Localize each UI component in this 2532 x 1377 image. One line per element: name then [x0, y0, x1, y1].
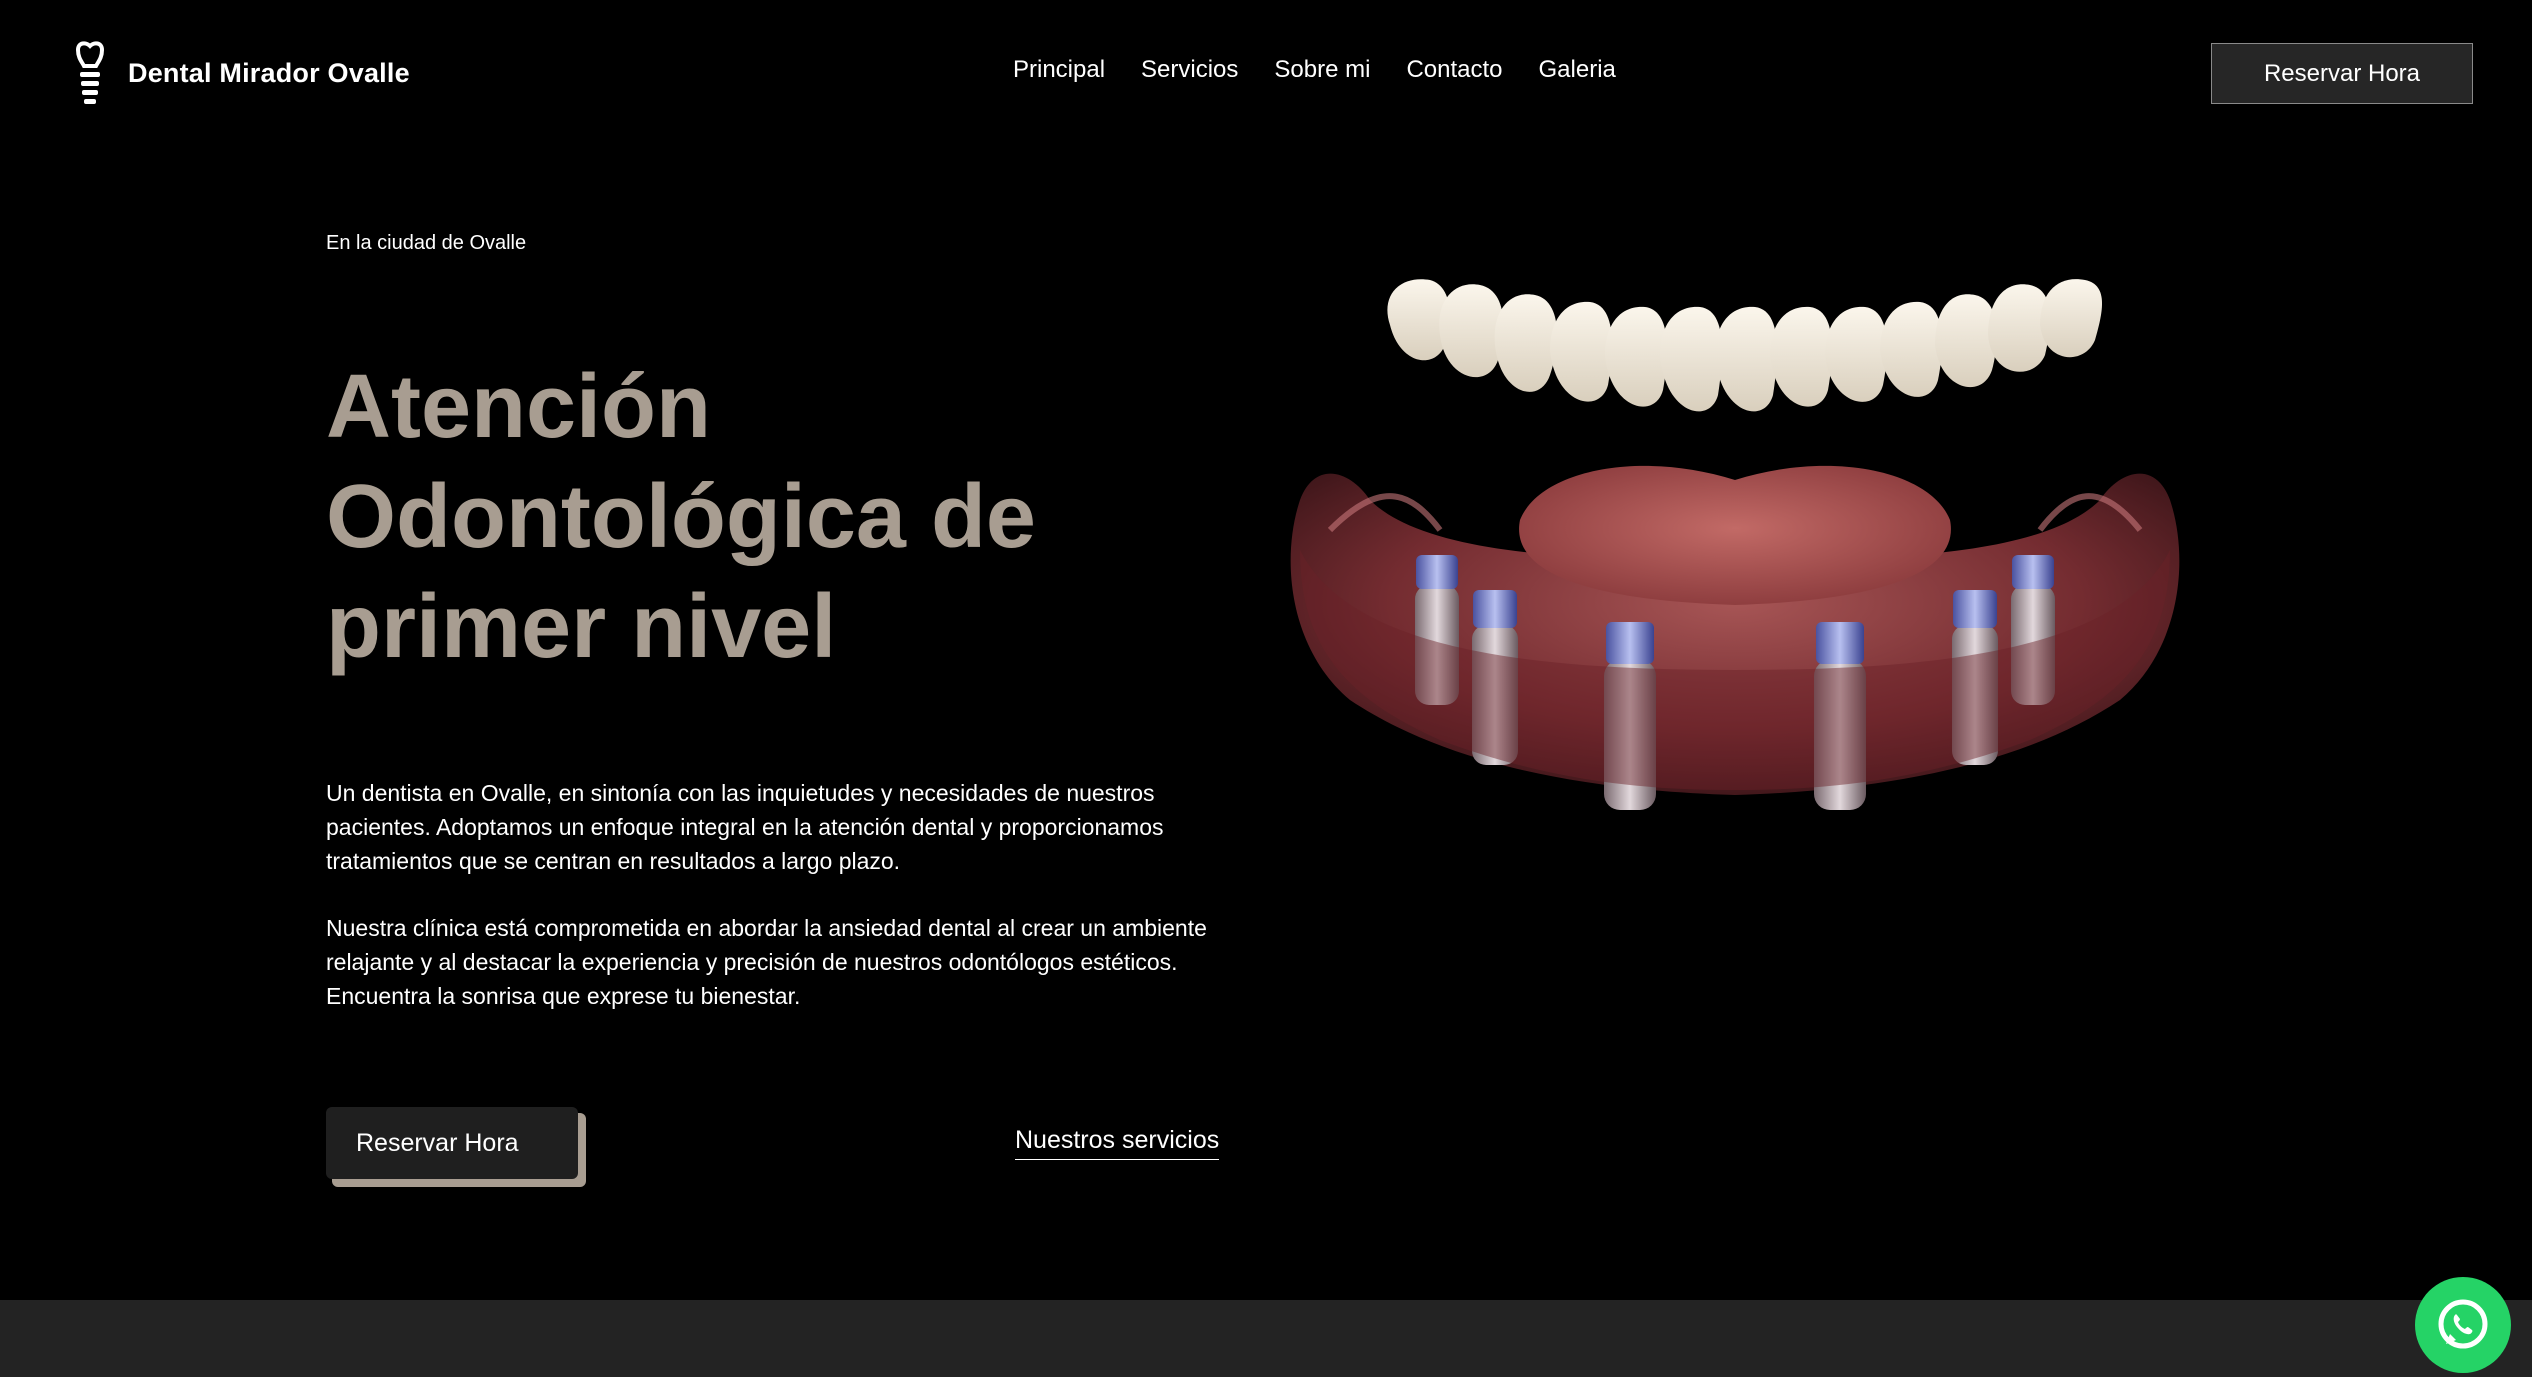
whatsapp-icon	[2438, 1299, 2488, 1349]
hero-book-button[interactable]: Reservar Hora	[326, 1107, 586, 1187]
nav-contacto[interactable]: Contacto	[1406, 56, 1502, 84]
whatsapp-button[interactable]	[2415, 1277, 2511, 1373]
hero-title-line: Odontológica de	[326, 467, 1036, 567]
nav-servicios[interactable]: Servicios	[1141, 56, 1238, 84]
nav-sobre-mi[interactable]: Sobre mi	[1274, 56, 1370, 84]
next-section-band	[0, 1300, 2532, 1377]
brand-name: Dental Mirador Ovalle	[128, 57, 410, 88]
nav-principal[interactable]: Principal	[1013, 56, 1105, 84]
brand-logo[interactable]: Dental Mirador Ovalle	[70, 40, 410, 106]
dental-implant-illustration	[1290, 279, 2180, 810]
header-book-button[interactable]: Reservar Hora	[2211, 43, 2473, 104]
hero-title-line: primer nivel	[326, 577, 837, 677]
main-nav: Principal Servicios Sobre mi Contacto Ga…	[1013, 56, 1616, 84]
hero-eyebrow: En la ciudad de Ovalle	[326, 232, 527, 254]
site-header: Dental Mirador Ovalle Principal Servicio…	[0, 0, 2532, 150]
nav-galeria[interactable]: Galeria	[1539, 56, 1616, 84]
hero-title: Atención Odontológica de primer nivel	[326, 352, 1186, 682]
tooth-implant-icon	[75, 41, 105, 104]
hero-paragraph-2: Nuestra clínica está comprometida en abo…	[326, 915, 1207, 1009]
hero-book-button-label: Reservar Hora	[326, 1107, 578, 1179]
services-link[interactable]: Nuestros servicios	[1015, 1126, 1220, 1160]
hero-title-line: Atención	[326, 357, 712, 457]
hero-paragraph-1: Un dentista en Ovalle, en sintonía con l…	[326, 780, 1164, 874]
